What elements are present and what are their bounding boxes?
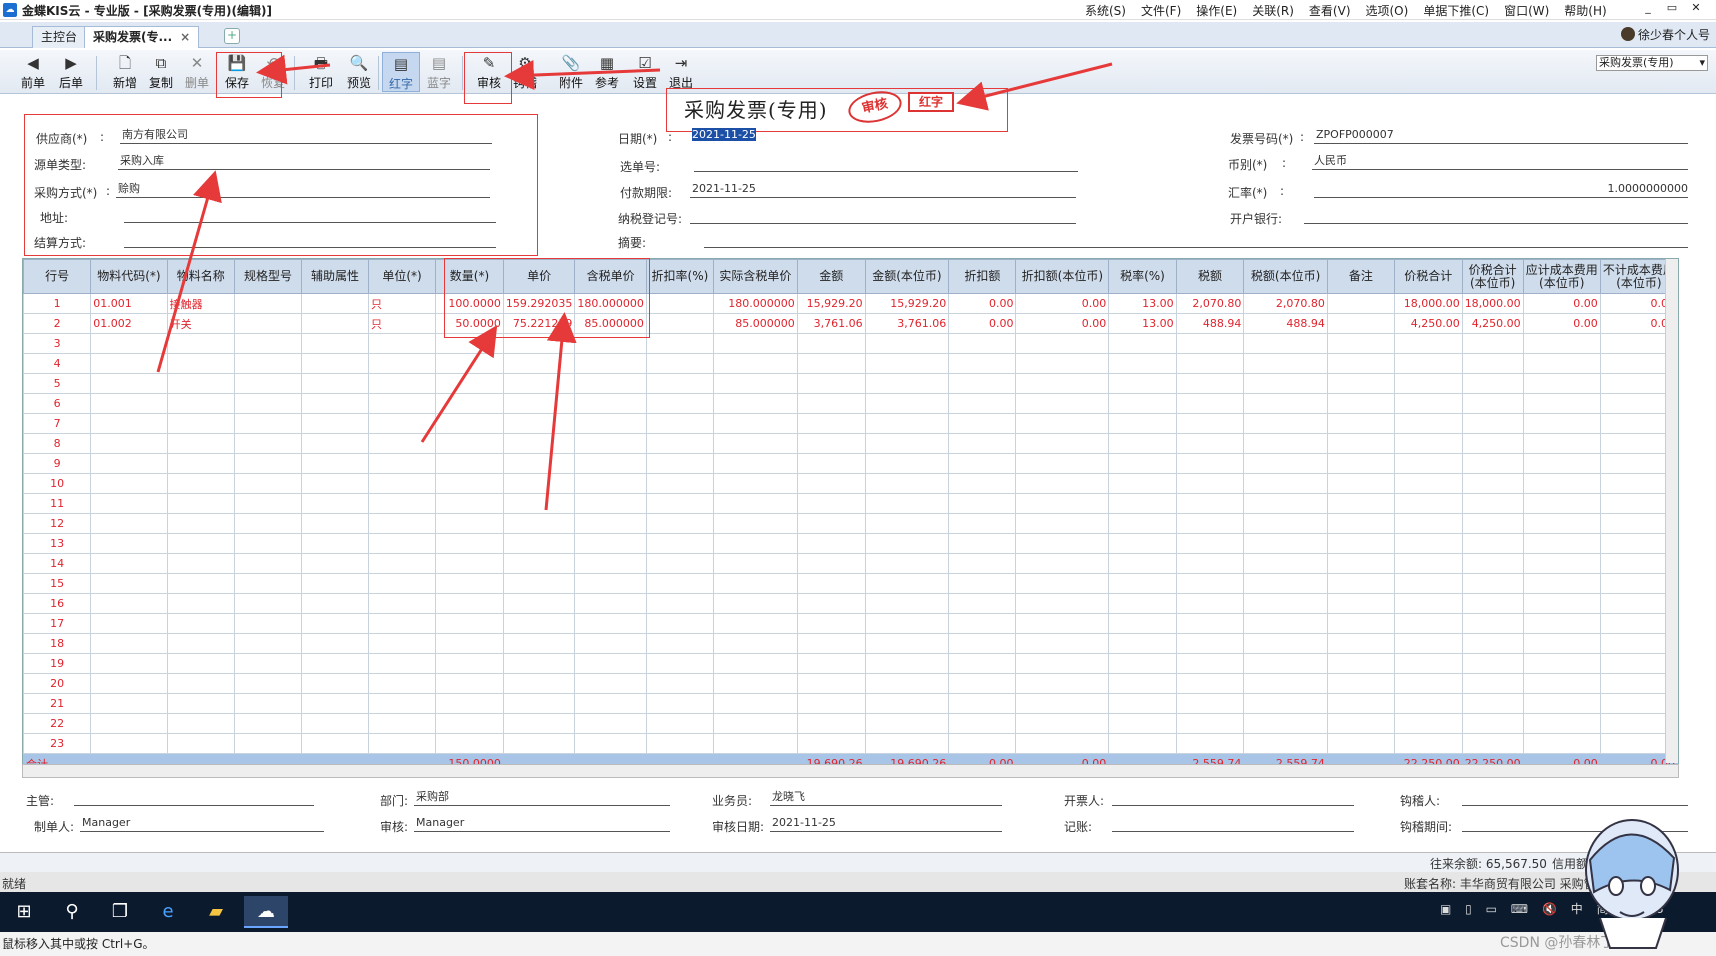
taskbar: ⊞ ⚲ ❐ e ▰ ☁ ▣ ▯ ▭ ⌨ 🔇 中 简 键 18 [0, 892, 1716, 932]
account-text: 账套名称: 丰华商贸有限公司 采购管 [1404, 877, 1596, 891]
audit-date-field[interactable]: 2021-11-25 [770, 816, 1002, 832]
annotation-arrows [156, 54, 1113, 511]
balance-text: 往来余额: 65,567.50 [1430, 857, 1547, 871]
search-icon[interactable]: ⚲ [50, 896, 94, 928]
mascot-image [1585, 819, 1679, 949]
hook-period-label: 钩稽期间: [1400, 820, 1453, 834]
status-row: 往来余额: 65,567.50 信用额度 [0, 852, 1716, 872]
task-view-icon[interactable]: ❐ [98, 896, 142, 928]
dept-field[interactable]: 采购部 [414, 790, 670, 806]
ready-text: 就绪 [2, 877, 27, 891]
auditor-label: 审核: [380, 820, 409, 834]
hint-bar: 鼠标移入其中或按 Ctrl+G。 [0, 932, 1716, 956]
auditor-field[interactable]: Manager [414, 816, 670, 832]
posting-field[interactable] [1112, 816, 1354, 832]
maker-field[interactable]: Manager [80, 816, 324, 832]
folder-icon[interactable]: ▰ [194, 896, 238, 928]
maker-label: 制单人: [34, 820, 75, 834]
manager-label: 主管: [26, 794, 55, 808]
start-icon[interactable]: ⊞ [2, 896, 46, 928]
drawer-label: 开票人: [1064, 794, 1105, 808]
posting-label: 记账: [1064, 820, 1093, 834]
device-icon[interactable]: ▯ [1465, 902, 1472, 916]
hook-label: 钩稽人: [1400, 794, 1441, 808]
network-icon[interactable]: ▣ [1440, 902, 1451, 916]
clerk-field[interactable]: 龙晓飞 [770, 790, 1002, 806]
drawer-field[interactable] [1112, 790, 1354, 806]
display-icon[interactable]: ▭ [1486, 902, 1497, 916]
status-bar: 就绪 账套名称: 丰华商贸有限公司 采购管 [0, 872, 1716, 892]
audit-date-label: 审核日期: [712, 820, 765, 834]
volume-muted-icon[interactable]: 🔇 [1542, 902, 1557, 916]
app-window: ☁ 金蝶KIS云 - 专业版 - [采购发票(专用)(编辑)] 系统(S) 文件(… [0, 0, 1716, 956]
ie-icon[interactable]: e [146, 896, 190, 928]
dept-label: 部门: [380, 794, 409, 808]
manager-field[interactable] [74, 790, 314, 806]
keyboard-icon[interactable]: ⌨ [1511, 902, 1528, 916]
clerk-label: 业务员: [712, 794, 753, 808]
kis-app-icon[interactable]: ☁ [244, 896, 288, 928]
